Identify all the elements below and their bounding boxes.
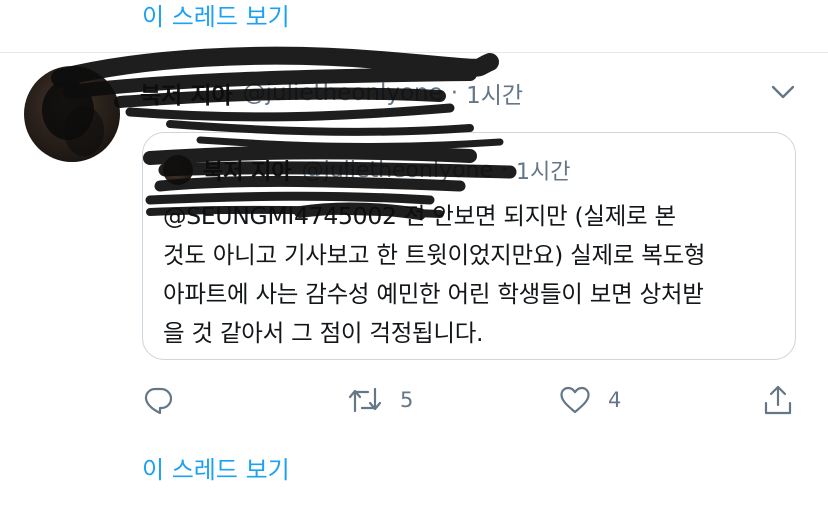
quoted-meta-separator: · xyxy=(501,157,509,183)
tweet-actions: 5 4 xyxy=(142,380,802,420)
quoted-tweet-card[interactable]: 북저 지아 @julietheonlyone · 1시간 @SEUNGMI474… xyxy=(142,132,796,360)
quoted-tweet-header: 북저 지아 @julietheonlyone · 1시간 xyxy=(203,153,571,187)
show-thread-link-top[interactable]: 이 스레드 보기 xyxy=(142,2,290,32)
avatar[interactable] xyxy=(24,66,120,162)
reply-icon xyxy=(144,387,173,415)
tweet-timestamp[interactable]: 1시간 xyxy=(466,76,523,110)
like-button[interactable]: 4 xyxy=(558,380,621,420)
meta-separator: · xyxy=(450,80,459,106)
author-handle[interactable]: @julietheonlyone xyxy=(243,80,443,106)
retweet-button[interactable]: 5 xyxy=(346,380,413,420)
tweet-header: 북저 지아 @julietheonlyone · 1시간 xyxy=(140,76,523,110)
chevron-down-icon[interactable] xyxy=(770,82,796,102)
quoted-author-handle: @julietheonlyone xyxy=(301,157,494,183)
share-icon xyxy=(764,385,792,415)
retweet-count: 5 xyxy=(400,388,414,412)
like-count: 4 xyxy=(608,388,622,412)
quoted-tweet-text: @SEUNGMI4745002 전 안보면 되지만 (실제로 본 것도 아니고 … xyxy=(163,202,706,347)
quoted-avatar xyxy=(163,155,193,185)
show-thread-link-bottom[interactable]: 이 스레드 보기 xyxy=(142,455,290,485)
retweet-icon xyxy=(348,387,382,413)
author-name[interactable]: 북저 지아 xyxy=(140,76,233,110)
like-icon xyxy=(560,386,590,414)
divider xyxy=(0,52,828,53)
share-button[interactable] xyxy=(762,380,794,420)
quoted-author-name: 북저 지아 xyxy=(203,160,292,185)
quoted-timestamp: 1시간 xyxy=(516,160,571,185)
reply-button[interactable] xyxy=(142,380,190,420)
